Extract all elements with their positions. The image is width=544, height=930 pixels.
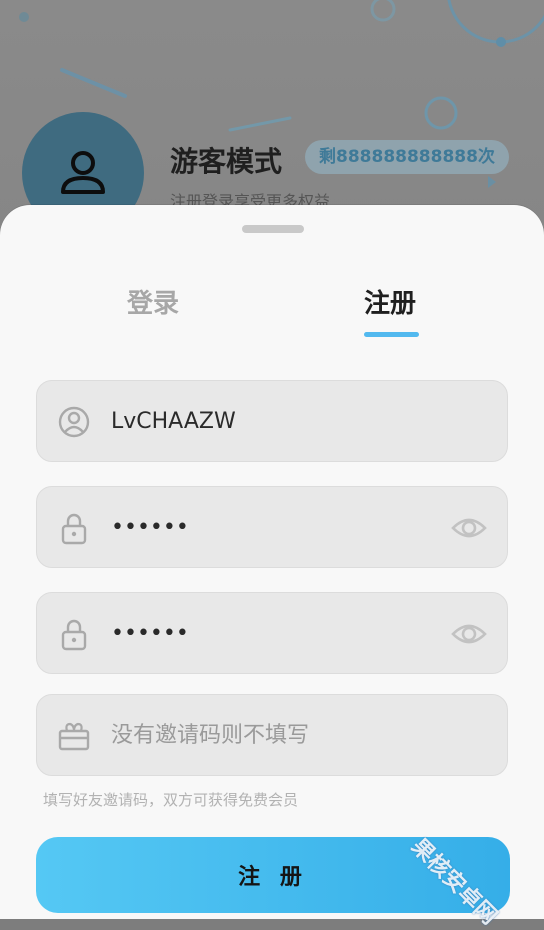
confirm-password-value: •••••• [111, 621, 189, 646]
tab-register[interactable]: 注册 [364, 283, 416, 320]
confirm-password-field[interactable]: •••••• [36, 592, 508, 674]
guest-mode-title: 游客模式 [170, 145, 283, 178]
username-value: LvCHAAZW [111, 409, 236, 434]
remaining-count-badge: 剩888888888888次 [305, 140, 509, 174]
user-icon [61, 151, 105, 194]
invite-code-field[interactable]: 没有邀请码则不填写 [36, 694, 508, 776]
invite-code-placeholder: 没有邀请码则不填写 [111, 723, 310, 748]
active-tab-indicator [364, 332, 419, 337]
lock-icon [61, 619, 87, 651]
password-value: •••••• [111, 515, 189, 540]
lock-icon [61, 513, 87, 545]
eye-icon[interactable] [451, 512, 487, 544]
password-field[interactable]: •••••• [36, 486, 508, 568]
drag-handle[interactable] [242, 225, 304, 233]
gift-icon [58, 722, 90, 751]
user-circle-icon [58, 406, 90, 438]
invite-hint: 填写好友邀请码，双方可获得免费会员 [43, 791, 299, 809]
eye-icon[interactable] [451, 618, 487, 650]
tab-login[interactable]: 登录 [127, 283, 179, 320]
auth-bottom-sheet: 登录 注册 LvCHAAZW •••••• •••••• 没有邀请码则不填写 填… [0, 205, 544, 919]
username-field[interactable]: LvCHAAZW [36, 380, 508, 462]
